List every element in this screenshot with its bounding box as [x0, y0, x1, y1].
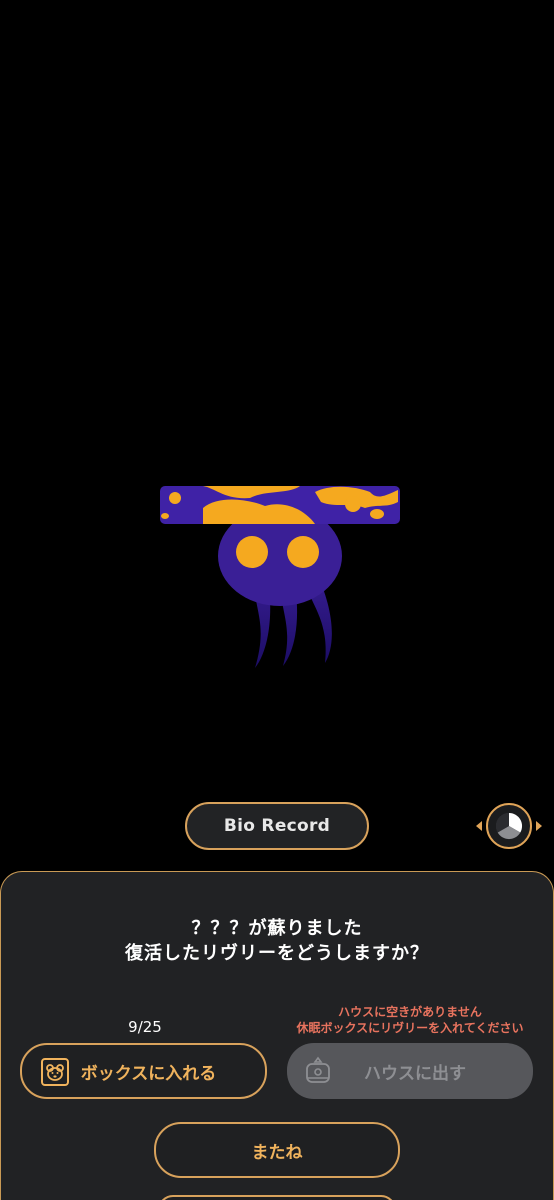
put-in-box-button[interactable]: ボックスに入れる	[20, 1043, 267, 1099]
bear-box-icon	[40, 1057, 70, 1087]
see-you-label: またね	[251, 1142, 303, 1163]
revive-screen: Bio Record ？？？が蘇りました 復活したリヴリーをどうしますか？ 9/…	[0, 0, 554, 1200]
put-in-house-button[interactable]: ハウスに出す	[287, 1043, 533, 1099]
message-line-1: ？？？が蘇りました	[191, 918, 363, 939]
next-button-edge[interactable]	[158, 1195, 396, 1200]
creature-illustration	[160, 486, 400, 668]
house-full-warning: ハウスに空きがありません 休眠ボックスにリヴリーを入れてください	[280, 1004, 540, 1036]
warning-line-2: 休眠ボックスにリヴリーを入れてください	[296, 1021, 524, 1035]
see-you-button[interactable]: またね	[154, 1122, 400, 1178]
house-icon	[303, 1055, 333, 1085]
put-in-house-label: ハウスに出す	[364, 1063, 466, 1084]
warning-line-1: ハウスに空きがありません	[338, 1005, 482, 1019]
bio-record-button[interactable]: Bio Record	[185, 802, 369, 850]
put-in-box-label: ボックスに入れる	[80, 1063, 217, 1084]
message-line-2: 復活したリヴリーをどうしますか？	[125, 943, 429, 964]
revive-message: ？？？が蘇りました 復活したリヴリーをどうしますか？	[0, 916, 554, 966]
box-count: 9/25	[128, 1018, 162, 1036]
pie-chart-icon[interactable]	[472, 800, 546, 852]
